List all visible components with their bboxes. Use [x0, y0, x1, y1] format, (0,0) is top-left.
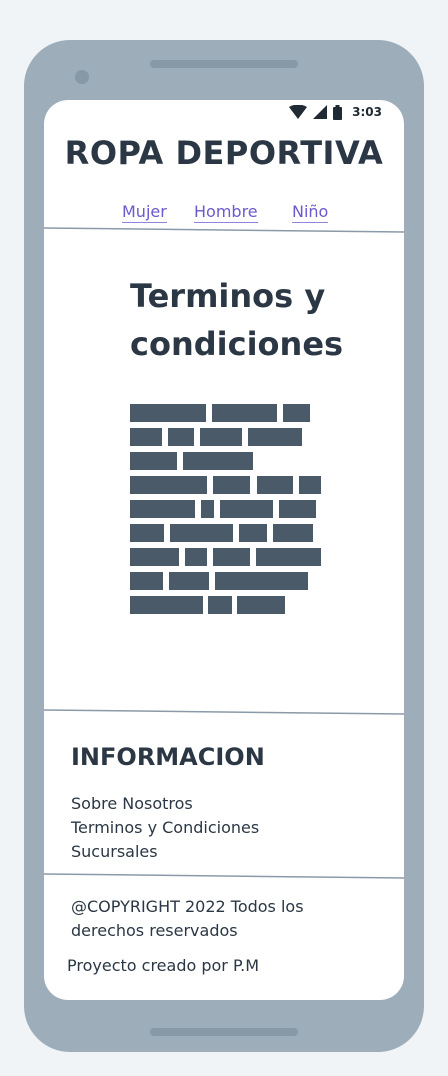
info-title: INFORMACION	[71, 743, 265, 771]
placeholder-block	[283, 404, 310, 422]
footer-link-branches[interactable]: Sucursales	[71, 840, 259, 864]
nav-link-nino[interactable]: Niño	[292, 203, 329, 223]
placeholder-block	[183, 452, 253, 470]
app-screen: 3:03 ROPA DEPORTIVA Mujer Hombre Niño Te…	[44, 100, 404, 1000]
placeholder-block	[213, 548, 250, 566]
placeholder-block	[201, 500, 214, 518]
placeholder-block	[130, 428, 162, 446]
page-heading: Terminos y condiciones	[130, 272, 370, 368]
nav-link-mujer[interactable]: Mujer	[122, 203, 167, 223]
placeholder-block	[130, 452, 177, 470]
status-bar: 3:03	[289, 104, 382, 120]
placeholder-block	[212, 404, 277, 422]
copyright-line2: derechos reservados	[71, 921, 238, 940]
camera-dot	[75, 70, 89, 84]
header-divider	[44, 227, 404, 233]
placeholder-block	[169, 572, 209, 590]
placeholder-block	[237, 596, 285, 614]
status-time: 3:03	[352, 105, 382, 119]
main-nav: Mujer Hombre Niño	[44, 203, 404, 225]
page-heading-line2: condiciones	[130, 325, 344, 363]
placeholder-block	[273, 524, 313, 542]
placeholder-block	[168, 428, 194, 446]
placeholder-block	[239, 524, 267, 542]
placeholder-block	[130, 476, 207, 494]
footer-link-terms[interactable]: Terminos y Condiciones	[71, 816, 259, 840]
placeholder-block	[257, 476, 293, 494]
placeholder-block	[130, 548, 179, 566]
placeholder-block	[279, 500, 316, 518]
placeholder-block	[248, 428, 302, 446]
placeholder-block	[220, 500, 273, 518]
placeholder-block	[130, 572, 163, 590]
placeholder-block	[215, 572, 308, 590]
placeholder-block	[170, 524, 233, 542]
placeholder-block	[130, 404, 206, 422]
placeholder-block	[130, 500, 195, 518]
placeholder-block	[130, 596, 203, 614]
footer-divider	[44, 873, 404, 879]
placeholder-block	[256, 548, 321, 566]
placeholder-block	[299, 476, 321, 494]
signal-icon	[313, 105, 328, 119]
battery-icon	[333, 104, 343, 120]
placeholder-block	[208, 596, 232, 614]
credit-text: Proyecto creado por P.M	[67, 956, 259, 975]
wifi-icon	[289, 105, 308, 119]
placeholder-block	[185, 548, 207, 566]
speaker-slot	[150, 60, 298, 68]
placeholder-block	[130, 524, 164, 542]
footer-link-about[interactable]: Sobre Nosotros	[71, 792, 259, 816]
home-bar[interactable]	[150, 1028, 298, 1036]
page-heading-line1: Terminos y	[130, 277, 326, 315]
content-divider	[44, 709, 404, 715]
placeholder-block	[200, 428, 242, 446]
text-placeholder	[130, 404, 330, 624]
copyright-text: @COPYRIGHT 2022 Todos los derechos reser…	[71, 895, 371, 943]
copyright-line1: @COPYRIGHT 2022 Todos los	[71, 897, 304, 916]
info-links: Sobre Nosotros Terminos y Condiciones Su…	[71, 792, 259, 864]
nav-link-hombre[interactable]: Hombre	[194, 203, 258, 223]
placeholder-block	[213, 476, 250, 494]
site-title: ROPA DEPORTIVA	[64, 134, 384, 172]
